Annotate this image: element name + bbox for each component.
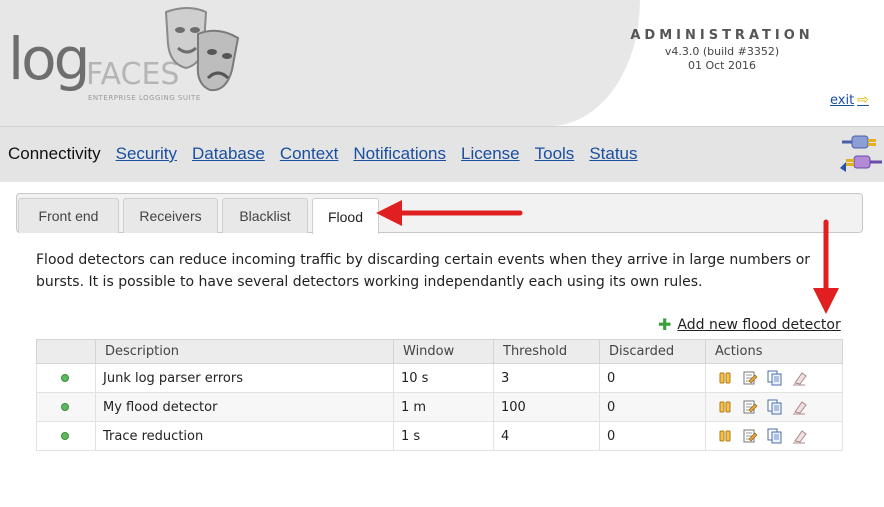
window-cell: 1 s [393,421,494,451]
delete-icon[interactable] [792,428,808,444]
discarded-cell: 0 [599,363,706,393]
description-cell: My flood detector [95,392,394,422]
column-header-actions: Actions [705,339,843,364]
admin-title: ADMINISTRATION [630,28,814,43]
status-cell [36,392,96,422]
status-cell [36,421,96,451]
theatre-masks-logo-icon [164,7,240,92]
edit-icon[interactable] [742,370,758,386]
window-cell: 1 m [393,392,494,422]
flood-detectors-table: Description Window Threshold Discarded A… [36,339,843,451]
copy-icon[interactable] [767,428,783,444]
nav-item-license[interactable]: License [461,144,520,164]
add-flood-detector-label: Add new flood detector [677,316,841,333]
version-text: v4.3.0 (build #3352) [664,45,780,58]
tab-blacklist[interactable]: Blacklist [222,198,308,233]
table-row[interactable]: Trace reduction 1 s 4 0 [36,421,843,451]
flood-description: Flood detectors can reduce incoming traf… [36,252,811,290]
main-nav-bar: Connectivity Security Database Context N… [0,126,884,182]
column-header-status [36,339,96,364]
edit-icon[interactable] [742,399,758,415]
nav-item-connectivity[interactable]: Connectivity [8,144,101,164]
copy-icon[interactable] [767,399,783,415]
threshold-cell: 100 [493,392,600,422]
table-header-row: Description Window Threshold Discarded A… [36,339,843,364]
build-date: 01 Oct 2016 [687,59,756,72]
column-header-threshold: Threshold [493,339,600,364]
description-cell: Trace reduction [95,421,394,451]
column-header-discarded: Discarded [599,339,706,364]
exit-label: exit [830,92,855,108]
delete-icon[interactable] [792,370,808,386]
exit-link[interactable]: exit ⇨ [830,92,869,108]
status-dot-icon [61,402,69,411]
pause-icon[interactable] [717,428,733,444]
logo-text-main: log [8,25,90,93]
table-row[interactable]: Junk log parser errors 10 s 3 0 [36,363,843,393]
nav-item-context[interactable]: Context [280,144,339,164]
tab-flood[interactable]: Flood [312,198,379,234]
column-header-description: Description [95,339,394,364]
main-nav: Connectivity Security Database Context N… [8,144,653,164]
delete-icon[interactable] [792,399,808,415]
tab-front-end[interactable]: Front end [18,198,119,233]
add-flood-detector-link[interactable]: ✚ Add new flood detector [658,315,841,334]
nav-item-security[interactable]: Security [116,144,177,164]
status-cell [36,363,96,393]
edit-icon[interactable] [742,428,758,444]
exit-arrow-icon: ⇨ [857,92,869,108]
actions-cell [705,421,843,451]
plus-icon: ✚ [658,315,672,334]
pause-icon[interactable] [717,399,733,415]
window-cell: 10 s [393,363,494,393]
nav-item-database[interactable]: Database [192,144,265,164]
actions-cell [705,363,843,393]
table-row[interactable]: My flood detector 1 m 100 0 [36,392,843,422]
description-cell: Junk log parser errors [95,363,394,393]
tab-receivers[interactable]: Receivers [123,198,218,233]
nav-item-notifications[interactable]: Notifications [353,144,446,164]
actions-cell [705,392,843,422]
column-header-window: Window [393,339,494,364]
threshold-cell: 4 [493,421,600,451]
status-dot-icon [61,373,69,382]
status-dot-icon [61,431,69,440]
page-header: log FACES ENTERPRISE LOGGING SUITE ADMIN… [0,0,884,126]
connectivity-plug-icon [840,135,882,172]
copy-icon[interactable] [767,370,783,386]
discarded-cell: 0 [599,421,706,451]
nav-item-status[interactable]: Status [589,144,637,164]
nav-item-tools[interactable]: Tools [535,144,575,164]
discarded-cell: 0 [599,392,706,422]
threshold-cell: 3 [493,363,600,393]
admin-info: ADMINISTRATION v4.3.0 (build #3352) 01 O… [622,28,822,73]
pause-icon[interactable] [717,370,733,386]
